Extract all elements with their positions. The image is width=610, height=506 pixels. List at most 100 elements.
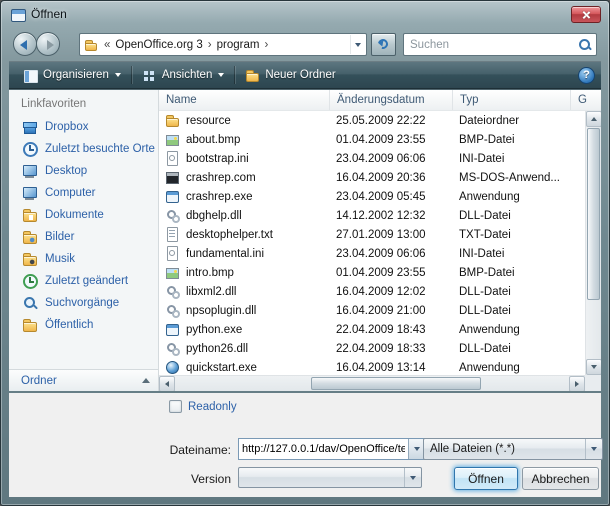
dropbox-icon — [22, 119, 38, 135]
sidebar-item-label: Dokumente — [45, 209, 104, 221]
file-name: bootstrap.ini — [186, 153, 249, 165]
sidebar-item-label: Dropbox — [45, 121, 88, 133]
new-folder-button[interactable]: Neuer Ordner — [237, 64, 343, 86]
filename-combobox — [238, 438, 426, 460]
views-icon — [142, 68, 157, 83]
table-row[interactable]: npsoplugin.dll 16.04.2009 21:00 DLL-Date… — [159, 301, 586, 320]
breadcrumb-separator-icon[interactable]: › — [206, 39, 214, 51]
views-button[interactable]: Ansichten — [134, 64, 233, 86]
file-type-dropdown-button[interactable] — [585, 439, 602, 459]
organize-button[interactable]: Organisieren — [15, 64, 129, 86]
recent-places-icon — [22, 141, 38, 157]
file-date: 23.04.2009 05:45 — [329, 191, 452, 203]
open-button[interactable]: Öffnen — [454, 467, 518, 490]
file-type-value: Alle Dateien (*.*) — [424, 443, 585, 455]
horizontal-scrollbar[interactable] — [159, 375, 585, 391]
organize-label: Organisieren — [43, 69, 109, 81]
sidebar-item-label: Computer — [45, 187, 96, 199]
file-name: about.bmp — [186, 134, 240, 146]
table-row[interactable]: bootstrap.ini 23.04.2009 06:06 INI-Datei — [159, 149, 586, 168]
favorites-sidebar: Linkfavoriten Dropbox Zuletzt besuchte O… — [9, 90, 159, 391]
column-header-name[interactable]: Name — [159, 90, 329, 110]
file-type: Anwendung — [452, 324, 570, 336]
folders-expander[interactable]: Ordner — [9, 369, 158, 391]
breadcrumb-collapsed-chevron[interactable]: « — [102, 39, 112, 51]
cancel-button[interactable]: Abbrechen — [522, 467, 599, 490]
vertical-scrollbar-thumb[interactable] — [587, 128, 600, 300]
file-type: INI-Datei — [452, 248, 570, 260]
current-folder-icon — [84, 38, 98, 52]
table-row[interactable]: intro.bmp 01.04.2009 23:55 BMP-Datei — [159, 263, 586, 282]
breadcrumb-item-program[interactable]: program — [214, 39, 263, 51]
breadcrumb[interactable]: « OpenOffice.org 3 › program › — [79, 33, 367, 56]
back-button[interactable] — [13, 32, 37, 56]
sidebar-item-recent-places[interactable]: Zuletzt besuchte Orte — [9, 138, 158, 160]
table-row[interactable]: resource 25.05.2009 22:22 Dateiordner — [159, 111, 586, 130]
file-name: resource — [186, 115, 231, 127]
music-folder-icon — [22, 251, 38, 267]
command-toolbar: Organisieren Ansichten Neuer Ordner ? — [9, 61, 601, 89]
table-row[interactable]: python26.dll 22.04.2009 18:33 DLL-Datei — [159, 339, 586, 358]
desktop-icon — [22, 163, 38, 179]
sidebar-item-pictures[interactable]: Bilder — [9, 226, 158, 248]
table-row[interactable]: quickstart.exe 16.04.2009 13:14 Anwendun… — [159, 358, 586, 375]
chevron-down-icon — [410, 476, 416, 480]
sidebar-item-music[interactable]: Musik — [9, 248, 158, 270]
table-row[interactable]: fundamental.ini 23.04.2009 06:06 INI-Dat… — [159, 244, 586, 263]
sidebar-item-dropbox[interactable]: Dropbox — [9, 116, 158, 138]
version-dropdown[interactable] — [238, 467, 422, 488]
file-type: TXT-Datei — [452, 229, 570, 241]
table-row[interactable]: about.bmp 01.04.2009 23:55 BMP-Datei — [159, 130, 586, 149]
filename-input[interactable] — [239, 439, 408, 459]
sidebar-item-desktop[interactable]: Desktop — [9, 160, 158, 182]
title-bar[interactable]: Öffnen — [1, 1, 609, 28]
table-row[interactable]: crashrep.com 16.04.2009 20:36 MS-DOS-Anw… — [159, 168, 586, 187]
file-type-dropdown[interactable]: Alle Dateien (*.*) — [423, 438, 603, 460]
file-date: 23.04.2009 06:06 — [329, 153, 452, 165]
window-title: Öffnen — [31, 7, 67, 21]
file-type: Anwendung — [452, 191, 570, 203]
breadcrumb-dropdown-button[interactable] — [350, 35, 364, 54]
refresh-button[interactable] — [371, 33, 396, 56]
column-header-size[interactable]: G — [570, 90, 601, 110]
scroll-up-button[interactable] — [586, 111, 601, 127]
horizontal-scrollbar-thumb[interactable] — [311, 377, 481, 390]
table-row[interactable]: dbghelp.dll 14.12.2002 12:32 DLL-Datei — [159, 206, 586, 225]
vertical-scrollbar[interactable] — [585, 111, 601, 375]
search-icon[interactable] — [576, 36, 594, 54]
sidebar-item-computer[interactable]: Computer — [9, 182, 158, 204]
table-row[interactable]: libxml2.dll 16.04.2009 12:02 DLL-Datei — [159, 282, 586, 301]
file-date: 23.04.2009 06:06 — [329, 248, 452, 260]
file-name: intro.bmp — [186, 267, 234, 279]
breadcrumb-item-openoffice[interactable]: OpenOffice.org 3 — [112, 39, 205, 51]
close-button[interactable] — [571, 6, 601, 23]
sidebar-item-documents[interactable]: Dokumente — [9, 204, 158, 226]
readonly-option[interactable]: Readonly — [169, 400, 237, 413]
sidebar-item-label: Musik — [45, 253, 75, 265]
chevron-down-icon — [414, 447, 420, 451]
sidebar-item-public[interactable]: Öffentlich — [9, 314, 158, 336]
table-row[interactable]: desktophelper.txt 27.01.2009 13:00 TXT-D… — [159, 225, 586, 244]
computer-icon — [22, 185, 38, 201]
sidebar-item-recently-changed[interactable]: Zuletzt geändert — [9, 270, 158, 292]
forward-button[interactable] — [36, 32, 60, 56]
version-dropdown-button[interactable] — [404, 468, 421, 487]
toolbar-separator — [234, 66, 235, 84]
scroll-right-button[interactable] — [569, 376, 585, 391]
scroll-left-button[interactable] — [159, 376, 175, 391]
column-header-type[interactable]: Typ — [452, 90, 570, 110]
table-row[interactable]: crashrep.exe 23.04.2009 05:45 Anwendung — [159, 187, 586, 206]
file-date: 16.04.2009 20:36 — [329, 172, 452, 184]
file-date: 22.04.2009 18:33 — [329, 343, 452, 355]
forward-arrow-icon — [47, 40, 54, 50]
readonly-checkbox[interactable] — [169, 400, 182, 413]
sidebar-item-searches[interactable]: Suchvorgänge — [9, 292, 158, 314]
scroll-down-button[interactable] — [586, 359, 601, 375]
column-header-date[interactable]: Änderungsdatum — [329, 90, 452, 110]
search-input[interactable] — [404, 39, 576, 51]
breadcrumb-separator-icon[interactable]: › — [262, 39, 270, 51]
documents-folder-icon — [22, 207, 38, 223]
file-type: Dateiordner — [452, 115, 570, 127]
table-row[interactable]: python.exe 22.04.2009 18:43 Anwendung — [159, 320, 586, 339]
help-button[interactable]: ? — [578, 67, 595, 84]
